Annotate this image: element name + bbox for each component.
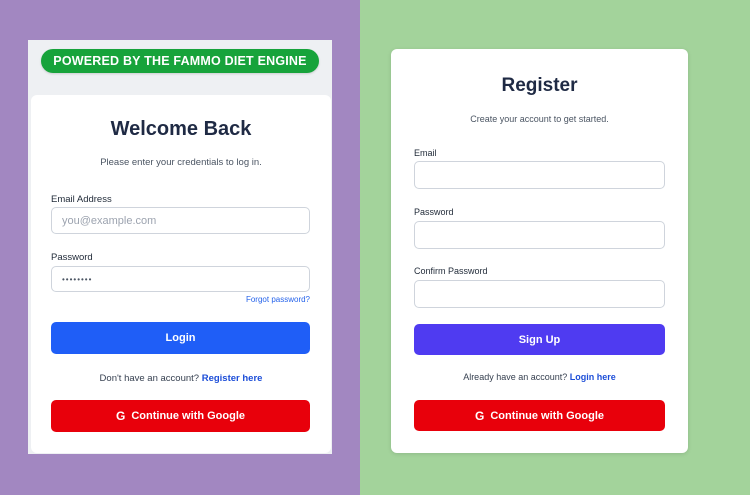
email-label: Email Address	[51, 194, 112, 205]
google-icon: G	[475, 408, 485, 423]
register-password-label: Password	[414, 207, 454, 217]
confirm-password-label: Confirm Password	[414, 266, 488, 276]
register-password-input[interactable]	[414, 221, 665, 249]
powered-by-banner: POWERED BY THE FAMMO DIET ENGINE	[41, 49, 319, 73]
login-link[interactable]: Login here	[570, 372, 616, 382]
signup-button[interactable]: Sign Up	[414, 324, 665, 355]
have-account-text: Already have an account?	[463, 372, 568, 382]
login-subtitle: Please enter your credentials to log in.	[100, 157, 262, 168]
login-prompt: Already have an account? Login here	[391, 372, 688, 382]
google-icon: G	[116, 409, 126, 423]
password-input[interactable]: ••••••••	[51, 266, 310, 292]
google-register-button[interactable]: G Continue with Google	[414, 400, 665, 431]
register-link[interactable]: Register here	[202, 373, 263, 384]
register-title: Register	[501, 75, 578, 96]
google-register-label: Continue with Google	[490, 409, 604, 422]
forgot-password-link[interactable]: Forgot password?	[246, 295, 310, 304]
login-title: Welcome Back	[110, 118, 252, 140]
confirm-password-input[interactable]	[414, 280, 665, 308]
register-prompt: Don't have an account? Register here	[31, 373, 331, 384]
login-button[interactable]: Login	[51, 322, 310, 354]
register-email-input[interactable]	[414, 161, 665, 189]
register-card: Register Create your account to get star…	[391, 49, 688, 453]
email-input[interactable]: you@example.com	[51, 207, 310, 234]
google-login-label: Continue with Google	[131, 410, 245, 422]
register-subtitle: Create your account to get started.	[470, 114, 609, 124]
register-email-label: Email	[414, 148, 437, 158]
login-card: Welcome Back Please enter your credentia…	[31, 95, 331, 453]
google-login-button[interactable]: G Continue with Google	[51, 400, 310, 432]
password-label: Password	[51, 252, 93, 263]
no-account-text: Don't have an account?	[99, 373, 200, 384]
